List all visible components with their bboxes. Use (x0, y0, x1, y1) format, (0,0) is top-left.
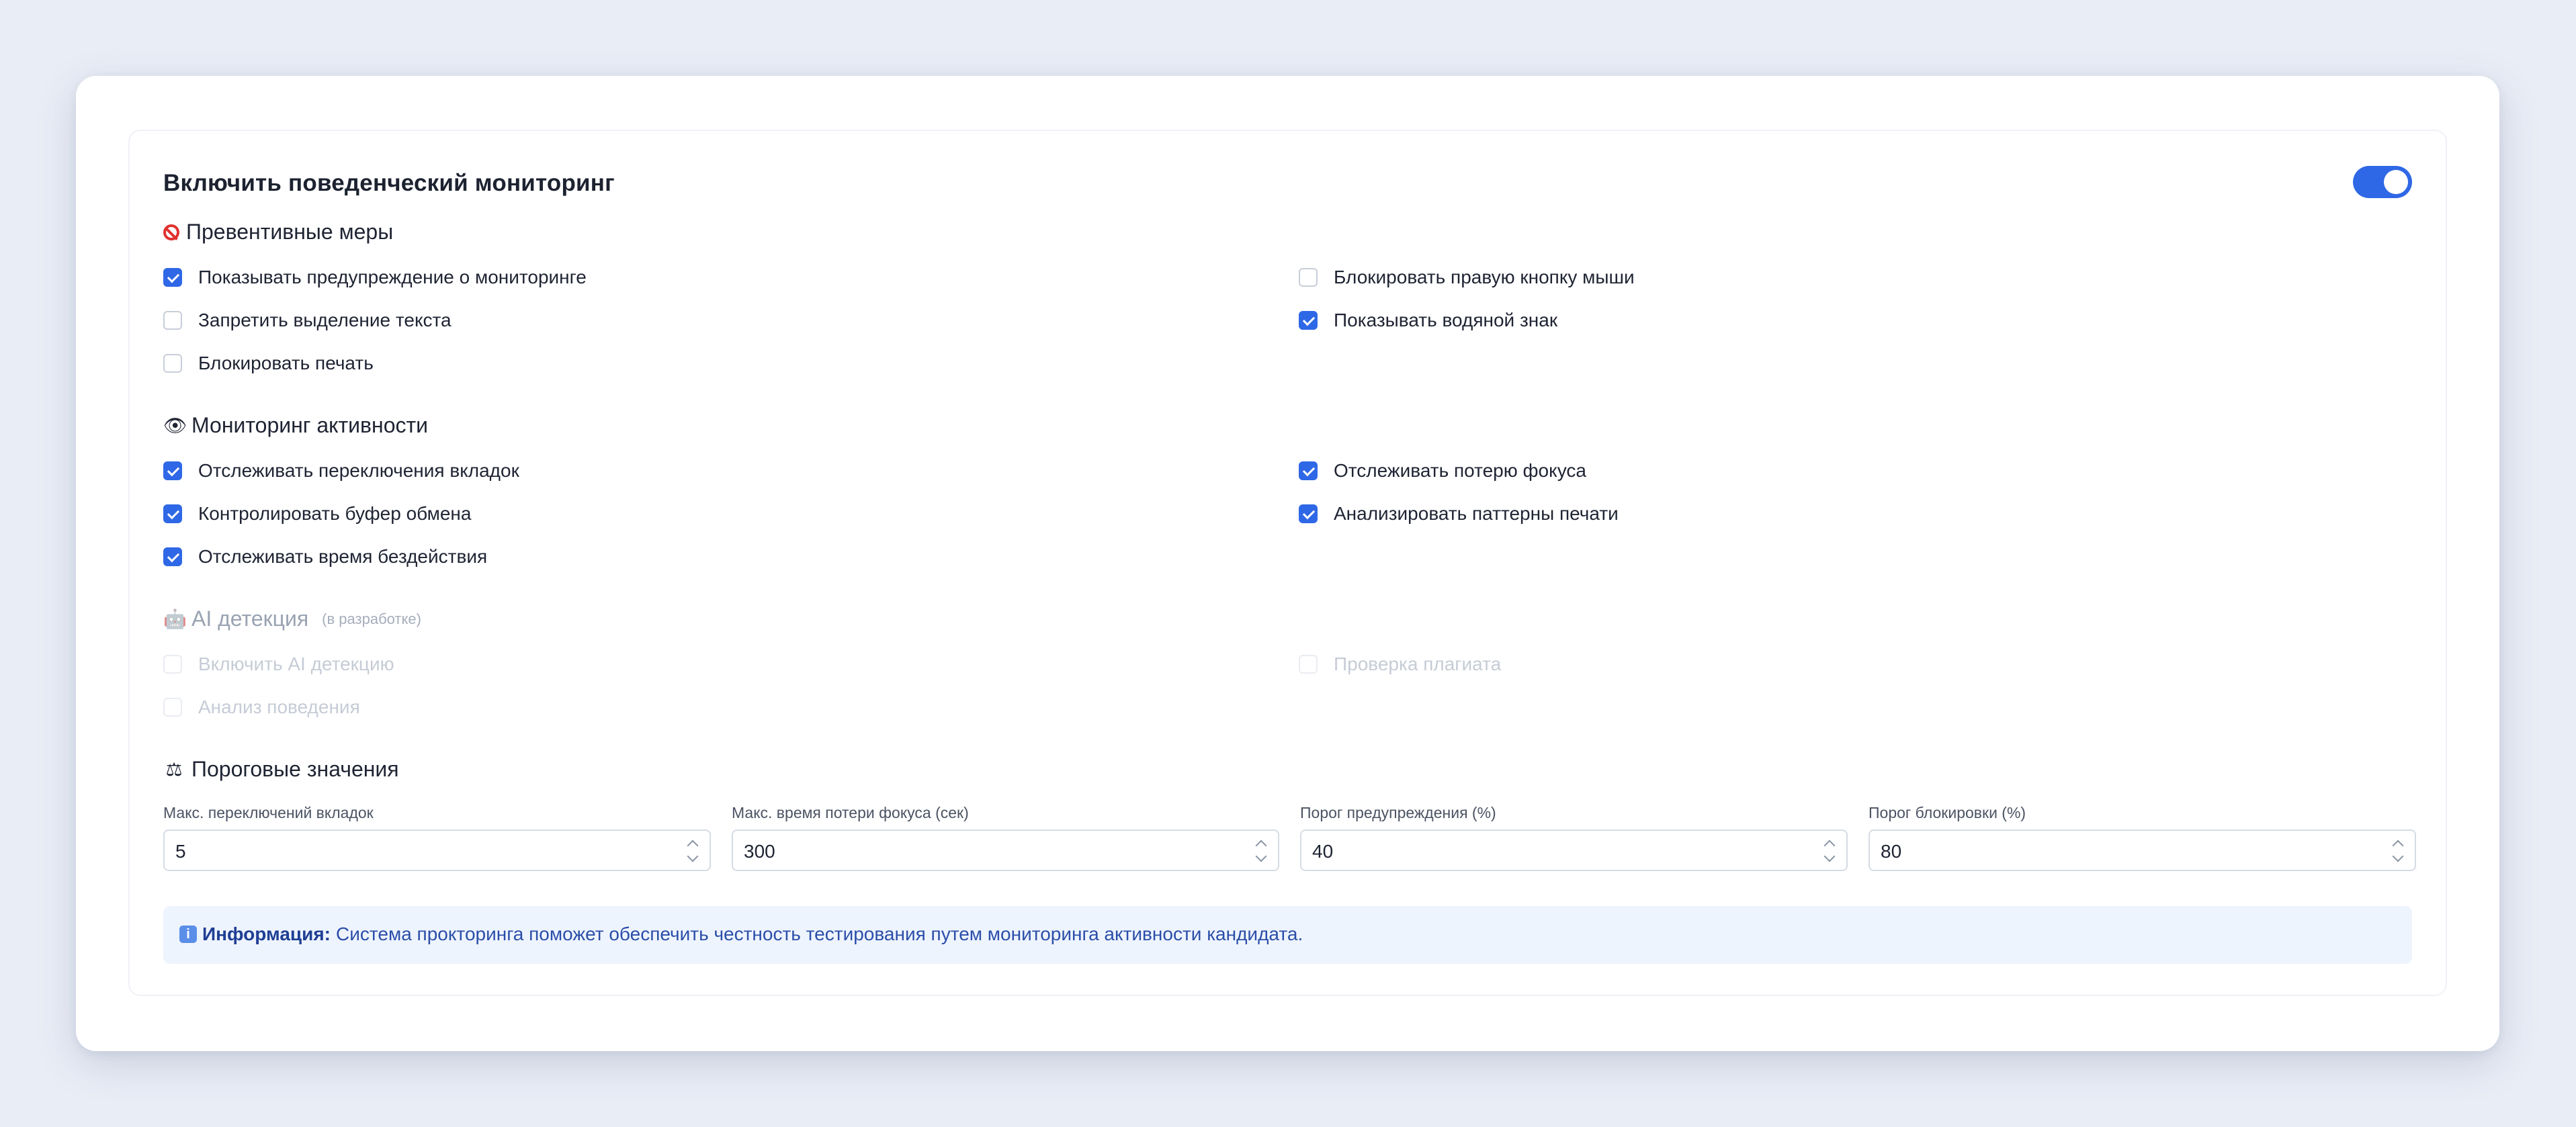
number-spinner[interactable] (687, 838, 700, 864)
option-label: Включить AI детекцию (198, 653, 394, 674)
section-title-thresholds: ⚖ Пороговые значения (163, 757, 399, 782)
field-label-block-threshold: Порог блокировки (%) (1869, 804, 2026, 821)
option-label: Анализировать паттерны печати (1334, 503, 1619, 524)
option-block-right-click[interactable]: Блокировать правую кнопку мыши (1299, 264, 1635, 291)
info-box: i Информация: Система прокторинга поможе… (163, 906, 2412, 964)
number-spinner[interactable] (1823, 838, 1837, 864)
chevron-down-icon (2392, 850, 2404, 862)
section-label: Превентивные меры (186, 220, 394, 244)
section-label: Мониторинг активности (191, 413, 429, 437)
checkbox[interactable] (163, 461, 182, 480)
option-track-tab-switch[interactable]: Отслеживать переключения вкладок (163, 457, 519, 484)
toggle-knob (2384, 170, 2408, 194)
option-label: Отслеживать переключения вкладок (198, 460, 519, 481)
section-label: Пороговые значения (191, 757, 399, 781)
in-development-hint: (в разработке) (322, 610, 421, 627)
max-focus-loss-input[interactable]: 300 (732, 829, 1279, 871)
option-track-idle-time[interactable]: Отслеживать время бездействия (163, 543, 487, 570)
section-label: AI детекция (191, 606, 309, 631)
proctoring-panel: Включить поведенческий мониторинг Превен… (128, 130, 2447, 996)
option-plagiarism-check: Проверка плагиата (1299, 651, 1501, 678)
chevron-down-icon (1255, 850, 1267, 862)
checkbox[interactable] (163, 504, 182, 523)
option-monitor-clipboard[interactable]: Контролировать буфер обмена (163, 500, 471, 527)
robot-icon: 🤖 (163, 608, 187, 629)
section-title-ai: 🤖 AI детекция (в разработке) (163, 606, 421, 631)
option-behavior-analysis: Анализ поведения (163, 694, 360, 721)
chevron-down-icon (1823, 850, 1836, 862)
option-show-watermark[interactable]: Показывать водяной знак (1299, 307, 1557, 334)
warning-threshold-input[interactable]: 40 (1300, 829, 1848, 871)
settings-card: Включить поведенческий мониторинг Превен… (76, 76, 2499, 1051)
input-value: 300 (744, 841, 775, 862)
option-label: Отслеживать время бездействия (198, 546, 488, 567)
option-label: Анализ поведения (198, 696, 360, 717)
option-label: Блокировать правую кнопку мыши (1334, 267, 1635, 287)
option-enable-ai: Включить AI детекцию (163, 651, 394, 678)
max-tab-switches-input[interactable]: 5 (163, 829, 711, 871)
field-label-warning-threshold: Порог предупреждения (%) (1300, 804, 1496, 821)
no-entry-icon (163, 224, 179, 240)
checkbox[interactable] (163, 268, 182, 287)
monitoring-toggle[interactable] (2353, 166, 2412, 198)
option-label: Проверка плагиата (1334, 653, 1502, 674)
checkbox[interactable] (163, 311, 182, 330)
checkbox (163, 655, 182, 674)
input-value: 80 (1881, 841, 1902, 862)
field-label-max-tab-switches: Макс. переключений вкладок (163, 804, 374, 821)
monitoring-title: Включить поведенческий мониторинг (163, 170, 615, 196)
option-label: Показывать водяной знак (1334, 310, 1558, 330)
eye-icon: 👁 (163, 415, 187, 436)
field-label-max-focus-loss: Макс. время потери фокуса (сек) (732, 804, 969, 821)
checkbox[interactable] (1299, 461, 1318, 480)
checkbox[interactable] (163, 547, 182, 566)
checkbox (1299, 655, 1318, 674)
input-value: 40 (1312, 841, 1334, 862)
option-analyze-typing[interactable]: Анализировать паттерны печати (1299, 500, 1619, 527)
info-message: i Информация: Система прокторинга поможе… (179, 923, 1303, 945)
chevron-up-icon (2392, 840, 2404, 852)
option-label: Запретить выделение текста (198, 310, 452, 330)
chevron-down-icon (687, 850, 699, 862)
monitoring-header: Включить поведенческий мониторинг (163, 163, 2412, 204)
number-spinner[interactable] (2392, 838, 2405, 864)
scales-icon: ⚖ (165, 759, 183, 780)
info-icon: i (179, 926, 197, 943)
chevron-up-icon (1255, 840, 1267, 852)
block-threshold-input[interactable]: 80 (1869, 829, 2416, 871)
info-title: Информация: (202, 923, 331, 944)
option-label: Блокировать печать (198, 353, 374, 373)
option-show-warning[interactable]: Показывать предупреждение о мониторинге (163, 264, 587, 291)
section-title-activity: 👁 Мониторинг активности (163, 413, 428, 438)
option-label: Контролировать буфер обмена (198, 503, 472, 524)
input-value: 5 (175, 841, 186, 862)
chevron-up-icon (1823, 840, 1836, 852)
option-disable-text-selection[interactable]: Запретить выделение текста (163, 307, 452, 334)
checkbox (163, 698, 182, 717)
checkbox[interactable] (163, 354, 182, 373)
option-track-focus-loss[interactable]: Отслеживать потерю фокуса (1299, 457, 1586, 484)
option-block-print[interactable]: Блокировать печать (163, 350, 374, 377)
checkbox[interactable] (1299, 268, 1318, 287)
option-label: Показывать предупреждение о мониторинге (198, 267, 587, 287)
number-spinner[interactable] (1255, 838, 1269, 864)
checkbox[interactable] (1299, 311, 1318, 330)
info-body: Система прокторинга поможет обеспечить ч… (336, 923, 1303, 944)
section-title-preventive: Превентивные меры (163, 220, 393, 244)
checkbox[interactable] (1299, 504, 1318, 523)
chevron-up-icon (687, 840, 699, 852)
option-label: Отслеживать потерю фокуса (1334, 460, 1586, 481)
